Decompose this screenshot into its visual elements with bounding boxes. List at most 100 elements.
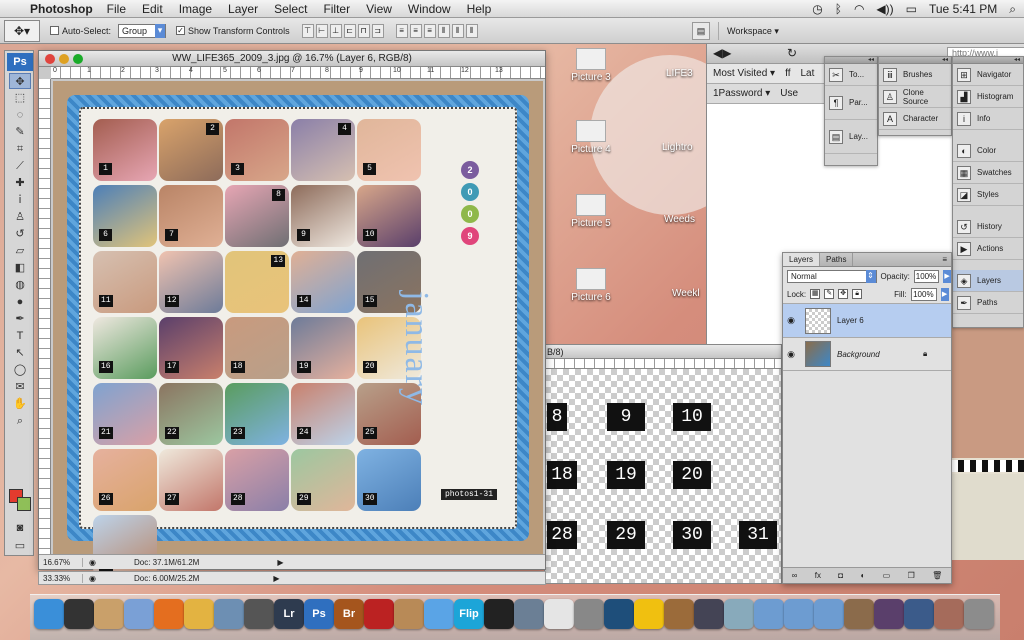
panel-layer-comps[interactable]: ▤ Lay... [825, 120, 877, 154]
back-forward-icon[interactable]: ◀▶ [713, 46, 731, 60]
align-vcenter-icon[interactable]: ⊢ [315, 23, 328, 38]
distribute-hcenter-icon[interactable]: ⫴ [451, 23, 464, 38]
align-bottom-icon[interactable]: ⊥ [329, 23, 342, 38]
desktop-label-weeds[interactable]: Weeds [664, 214, 706, 225]
status-arrow-icon[interactable]: ▶ [273, 574, 279, 583]
marquee-tool-icon[interactable]: ⬚ [9, 90, 31, 106]
document-titlebar[interactable]: WW_LIFE365_2009_3.jpg @ 16.7% (Layer 6, … [39, 51, 545, 67]
clock[interactable]: Tue 5:41 PM [929, 2, 997, 16]
workspace-panel-icon[interactable]: ▤ [692, 22, 710, 40]
layer-row-background[interactable]: ◉ Background 🔒︎ [783, 337, 951, 371]
dock-camera-icon[interactable] [244, 599, 274, 629]
zoom-level[interactable]: 16.67% [39, 557, 83, 567]
dock-utilities-icon[interactable] [574, 599, 604, 629]
transparency-grid[interactable]: 8 9 10 18 19 20 28 29 30 31 [545, 369, 781, 583]
move-tool-preset-icon[interactable]: ✥▾ [4, 19, 40, 42]
align-hcenter-icon[interactable]: ⊓ [357, 23, 370, 38]
blend-mode-dropdown[interactable]: Normal [787, 269, 877, 283]
move-tool-icon[interactable]: ✥ [9, 73, 31, 89]
mask-icon[interactable]: ◘ [838, 571, 843, 580]
battery-icon[interactable]: ▭ [906, 2, 917, 16]
align-right-icon[interactable]: ⊐ [371, 23, 384, 38]
blur-tool-icon[interactable]: ◍ [9, 277, 31, 293]
distribute-top-icon[interactable]: ≡ [395, 23, 408, 38]
clone-stamp-tool-icon[interactable]: ♙ [9, 209, 31, 225]
screen-mode-icon[interactable]: ▭ [9, 538, 31, 554]
panel-paths[interactable]: ✒ Paths [953, 292, 1023, 314]
layer-row-layer-6[interactable]: ◉ Layer 6 [783, 303, 951, 337]
number-doc-title[interactable]: B/8) [545, 345, 781, 359]
dock-clapper-icon[interactable] [484, 599, 514, 629]
distribute-left-icon[interactable]: ⫴ [437, 23, 450, 38]
quick-mask-icon[interactable]: ◙ [9, 520, 31, 536]
dock-duck-icon[interactable] [634, 599, 664, 629]
distribute-vcenter-icon[interactable]: ≡ [409, 23, 422, 38]
status-menu-icon[interactable]: ◉ [89, 574, 96, 583]
dock-flip-icon[interactable]: Flip [454, 599, 484, 629]
panel-layers[interactable]: ◈ Layers [953, 270, 1023, 292]
dock-iphoto-icon[interactable] [214, 599, 244, 629]
panel-menu-icon[interactable]: ≡ [938, 253, 951, 266]
menu-image[interactable]: Image [179, 2, 212, 16]
panel-clone-source[interactable]: ♙ Clone Source [879, 86, 951, 108]
fill-input[interactable]: 100% [910, 287, 937, 301]
healing-tool-icon[interactable]: ✚ [9, 175, 31, 191]
panel-grip[interactable]: ◂◂ [879, 57, 951, 64]
panel-histogram[interactable]: ▟ Histogram [953, 86, 1023, 108]
dock-folder-icon[interactable] [814, 599, 844, 629]
dock-br-icon[interactable]: Br [334, 599, 364, 629]
panel-navigator[interactable]: ⊞ Navigator [953, 64, 1023, 86]
vertical-ruler[interactable] [39, 79, 51, 555]
link-icon[interactable]: ∞ [792, 571, 798, 580]
dock-chart-icon[interactable] [364, 599, 394, 629]
dock-finder-icon[interactable] [34, 599, 64, 629]
minimize-button[interactable] [59, 54, 69, 64]
workspace-menu[interactable]: Workspace ▾ [718, 22, 779, 40]
panel-character[interactable]: A Character [879, 108, 951, 130]
dock-image-icon[interactable] [934, 599, 964, 629]
wifi-icon[interactable]: ◠ [854, 2, 864, 16]
dodge-tool-icon[interactable]: ● [9, 294, 31, 310]
layer-name[interactable]: Background [837, 350, 923, 359]
ps-logo-icon[interactable]: Ps [7, 53, 33, 71]
auto-select-option[interactable]: Auto-Select: Group [50, 23, 167, 38]
show-transform-checkbox[interactable]: ✓ [176, 26, 186, 35]
tab-layers[interactable]: Layers [783, 253, 821, 266]
pen-tool-icon[interactable]: ✒ [9, 311, 31, 327]
onepassword-button[interactable]: 1Password ▾ [713, 88, 770, 99]
status-arrow-icon[interactable]: ▶ [277, 558, 283, 567]
quick-select-tool-icon[interactable]: ✎ [9, 124, 31, 140]
dock-trash-icon[interactable] [964, 599, 994, 629]
back-zoom-level[interactable]: 33.33% [39, 573, 83, 583]
crop-tool-icon[interactable]: ⌗ [9, 141, 31, 157]
eraser-tool-icon[interactable]: ▱ [9, 243, 31, 259]
fill-arrow-icon[interactable]: ▶ [940, 287, 949, 301]
dock-ps-icon[interactable]: Ps [304, 599, 334, 629]
menu-view[interactable]: View [366, 2, 392, 16]
visibility-eye-icon[interactable]: ◉ [783, 315, 799, 326]
panel-grip[interactable]: ◂◂ [825, 57, 877, 64]
dock-guitar-icon[interactable] [664, 599, 694, 629]
menu-file[interactable]: File [107, 2, 126, 16]
panel-styles[interactable]: ◪ Styles [953, 184, 1023, 206]
adjustment-icon[interactable]: ◐ [860, 571, 865, 580]
path-select-tool-icon[interactable]: ↖ [9, 345, 31, 361]
brush-tool-icon[interactable]: ⅰ [9, 192, 31, 208]
panel-history[interactable]: ↺ History [953, 216, 1023, 238]
panel-tool-presets[interactable]: ✂ To... [825, 64, 877, 86]
dock-pen-tablet-icon[interactable] [694, 599, 724, 629]
dock-widgets-icon[interactable] [514, 599, 544, 629]
panel-swatches[interactable]: ▦ Swatches [953, 162, 1023, 184]
horizontal-ruler[interactable]: 0 1 2 3 4 5 6 7 8 9 10 11 12 13 [51, 67, 545, 79]
show-transform-option[interactable]: ✓ Show Transform Controls [176, 26, 290, 36]
dock-image-icon[interactable] [904, 599, 934, 629]
desktop-icon-picture-3[interactable]: Picture 3 [556, 48, 626, 83]
align-left-icon[interactable]: ⊏ [343, 23, 356, 38]
distribute-bottom-icon[interactable]: ≡ [423, 23, 436, 38]
dock-firefox-icon[interactable] [154, 599, 184, 629]
dock-folder-icon[interactable] [784, 599, 814, 629]
document-canvas[interactable]: 1 2 3 4 5 6 7 8 9 10 11 12 13 14 15 16 17 18 19 20 21 22 23 24 2… [53, 81, 543, 577]
opacity-arrow-icon[interactable]: ▶ [943, 269, 951, 283]
lock-position-icon[interactable]: ✥ [838, 289, 849, 299]
bluetooth-icon[interactable]: ᛒ [835, 2, 842, 16]
